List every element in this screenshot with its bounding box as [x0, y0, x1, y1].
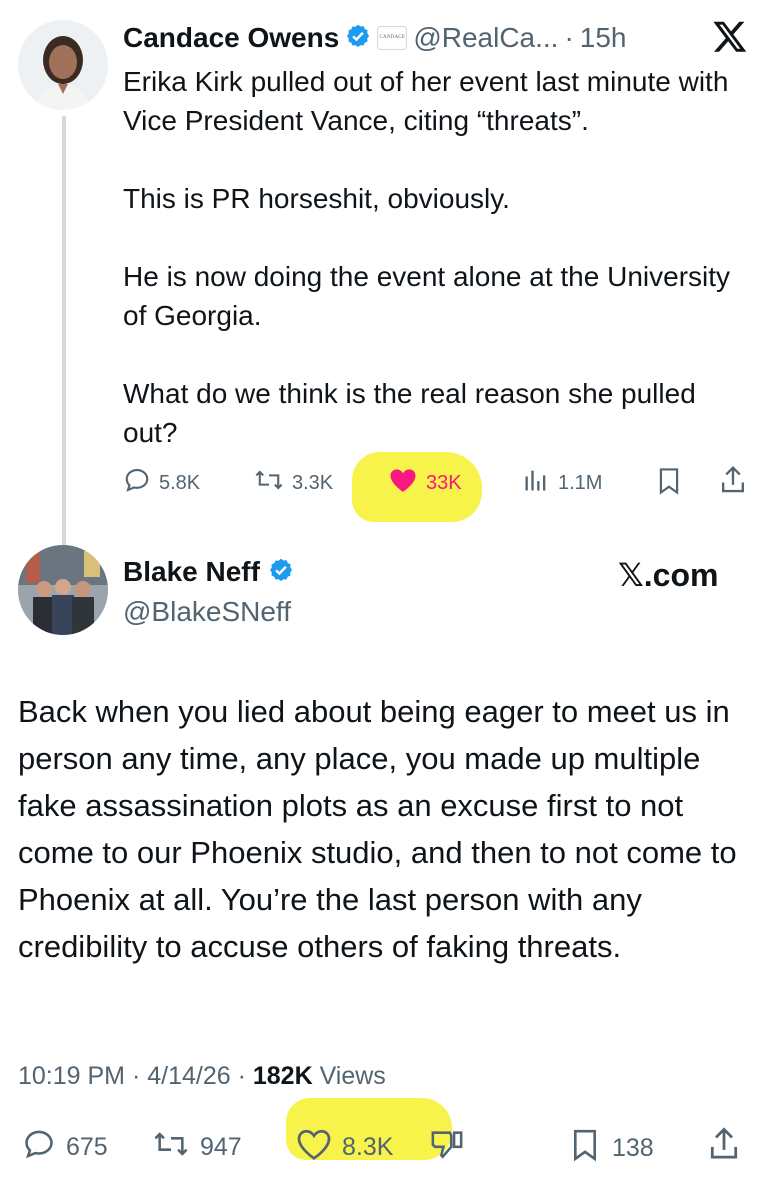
bookmark-icon [568, 1127, 602, 1170]
views-icon [522, 466, 550, 500]
author-name[interactable]: Candace Owens [123, 22, 339, 54]
verified-badge-icon [268, 557, 294, 588]
tweet2-header: Blake Neff [123, 556, 294, 588]
share-icon [706, 1127, 742, 1167]
views-button[interactable]: 1.1M [522, 466, 602, 500]
x-logo-icon [712, 18, 748, 59]
like-count: 33K [426, 471, 462, 494]
reply-count: 675 [66, 1133, 108, 1161]
post-timestamp[interactable]: 10:19 PM · 4/14/26 · [18, 1062, 253, 1090]
post-time[interactable]: 15h [580, 22, 627, 54]
affiliate-badge: CANDACE [377, 26, 408, 50]
heart-icon [388, 466, 418, 500]
share-icon [718, 466, 748, 500]
repost-icon [152, 1127, 190, 1168]
tweet1-header: Candace Owens CANDACE @RealCa... · 15h [123, 20, 627, 56]
reply-button[interactable]: 675 [22, 1127, 108, 1168]
like-button[interactable]: 8.3K [296, 1127, 393, 1168]
views-count: 1.1M [558, 471, 603, 494]
views-count: 182K [252, 1062, 313, 1090]
tweet1-body: Erika Kirk pulled out of her event last … [123, 66, 731, 448]
reply-count: 5.8K [159, 471, 201, 494]
views-label: Views [312, 1062, 386, 1090]
author-handle[interactable]: @RealCa... [413, 22, 558, 54]
reply-icon [22, 1127, 56, 1168]
like-count: 8.3K [342, 1133, 394, 1161]
bookmark-count: 138 [612, 1134, 654, 1162]
share-button[interactable] [706, 1125, 742, 1168]
repost-button[interactable]: 3.3K [254, 466, 333, 500]
share-button[interactable] [718, 464, 748, 501]
author-name[interactable]: Blake Neff [123, 556, 260, 588]
tweet2-body: Back when you lied about being eager to … [18, 694, 737, 964]
bookmark-button[interactable]: 138 [568, 1127, 654, 1170]
meta-separator: · [564, 22, 574, 53]
repost-count: 947 [200, 1133, 242, 1161]
like-button[interactable]: 33K [388, 466, 462, 500]
repost-count: 3.3K [292, 471, 334, 494]
bookmark-icon [655, 468, 683, 500]
xcom-brand: 𝕏.com [618, 557, 719, 593]
avatar-candace-owens[interactable] [18, 20, 108, 110]
heart-icon [296, 1127, 332, 1168]
dislike-icon [428, 1131, 466, 1165]
avatar-blake-neff[interactable] [18, 545, 108, 635]
post-timestamp-row: 10:19 PM · 4/14/26 · 182K Views [18, 1062, 386, 1091]
reply-icon [123, 466, 151, 500]
thread-connector-line [62, 116, 66, 546]
dislike-button[interactable] [428, 1127, 466, 1166]
reply-button[interactable]: 5.8K [123, 466, 200, 500]
bookmark-button[interactable] [655, 466, 683, 501]
repost-icon [254, 466, 284, 500]
repost-button[interactable]: 947 [152, 1127, 242, 1168]
author-handle[interactable]: @BlakeSNeff [123, 596, 291, 628]
verified-badge-icon [345, 23, 371, 54]
